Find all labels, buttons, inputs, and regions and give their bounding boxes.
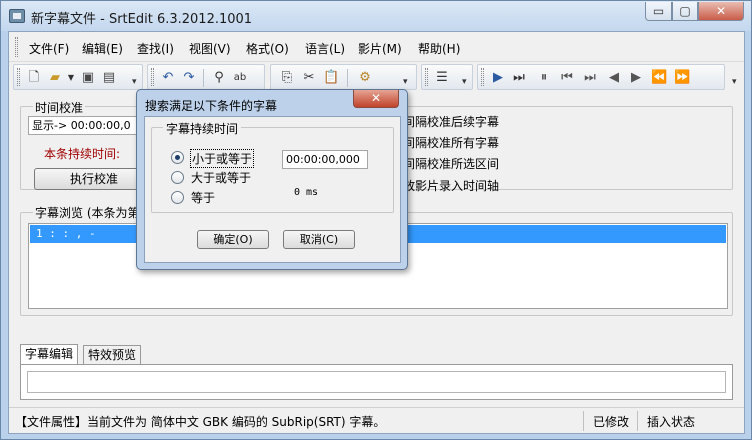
toolbar: 🗋 ▰ ▼ ▣ ▤ ▾ ↶ ↷ ⚲ ab ⎘ ✂ 📋 ⚙ ▾ ☰ ▾ ▶ ⏭ ⏸… (9, 63, 744, 91)
maximize-button[interactable]: ▢ (672, 2, 698, 21)
dialog-body: 字幕持续时间 小于或等于 大于或等于 等于 00:00:00,000 0 ms … (144, 116, 401, 263)
toolbar-separator (347, 69, 348, 87)
menu-grip[interactable] (15, 37, 18, 57)
menu-view[interactable]: 视图(V) (189, 40, 231, 57)
capture-icon[interactable]: ⏭ (511, 70, 527, 86)
toolbar-clipboard-group: ⎘ ✂ 📋 ⚙ ▾ (270, 64, 417, 90)
save-as-icon[interactable]: ▤ (101, 70, 117, 86)
option-calibrate-all[interactable]: 间隔校准所有字幕 (403, 134, 499, 151)
duration-time-input[interactable]: 00:00:00,000 (282, 150, 368, 169)
prev-icon[interactable]: ⏮ (559, 70, 575, 86)
rewind-icon[interactable]: ⏪ (651, 70, 667, 86)
edit-panel (20, 364, 733, 400)
open-icon[interactable]: ▰ (47, 70, 63, 86)
copy-icon[interactable]: ⎘ (279, 70, 295, 86)
option-calibrate-following[interactable]: 间隔校准后续字幕 (403, 113, 499, 130)
status-file-info: 【文件属性】当前文件为 简体中文 GBK 编码的 SubRip(SRT) 字幕。 (15, 415, 386, 429)
display-value: 00:00:00,0 (70, 119, 131, 132)
minimize-button[interactable]: ▭ (645, 2, 672, 21)
radio-greater-equal[interactable] (171, 171, 184, 184)
toolbar-overflow-icon[interactable]: ▾ (132, 77, 137, 87)
toolbar-grip[interactable] (17, 68, 20, 86)
menu-bar: 文件(F) 编辑(E) 查找(I) 视图(V) 格式(O) 语言(L) 影片(M… (9, 32, 744, 62)
radio-equal-label[interactable]: 等于 (191, 189, 215, 206)
window-title: 新字幕文件 - SrtEdit 6.3.2012.1001 (31, 12, 253, 27)
toolbar-edit-group: ↶ ↷ ⚲ ab (147, 64, 265, 90)
radio-less-equal[interactable] (171, 151, 184, 164)
toolbar-media-group: ▶ ⏭ ⏸ ⏮ ⏭ ◀ ▶ ⏪ ⏩ (477, 64, 725, 90)
tab-effect-preview[interactable]: 特效预览 (83, 345, 142, 365)
menu-file[interactable]: 文件(F) (29, 40, 69, 57)
duration-ms-label: 0 ms (294, 187, 319, 198)
ok-button[interactable]: 确定(O) (197, 230, 269, 249)
play-icon[interactable]: ▶ (490, 70, 506, 86)
toolbar-grip[interactable] (151, 68, 154, 86)
back-icon[interactable]: ◀ (606, 70, 622, 86)
app-icon (9, 9, 25, 23)
title-bar[interactable]: 新字幕文件 - SrtEdit 6.3.2012.1001 ▭ ▢ ✕ (1, 1, 751, 31)
find-icon[interactable]: ⚲ (211, 70, 227, 86)
display-label: 显示-> (32, 119, 68, 132)
toolbar-list-group: ☰ ▾ (421, 64, 473, 90)
menu-edit[interactable]: 编辑(E) (82, 40, 123, 57)
save-icon[interactable]: ▣ (80, 70, 96, 86)
menu-movie[interactable]: 影片(M) (358, 40, 402, 57)
cut-icon[interactable]: ✂ (301, 70, 317, 86)
option-record-timeline[interactable]: 放影片录入时间轴 (403, 177, 499, 194)
menu-help[interactable]: 帮助(H) (418, 40, 460, 57)
tab-subtitle-edit[interactable]: 字幕编辑 (20, 344, 79, 365)
menu-language[interactable]: 语言(L) (305, 40, 345, 57)
pause-icon[interactable]: ⏸ (536, 70, 552, 86)
subtitle-edit-input[interactable] (27, 371, 726, 393)
duration-label: 本条持续时间: (44, 147, 121, 161)
browse-group-title: 字幕浏览 (本条为第 (33, 204, 142, 221)
main-window: 新字幕文件 - SrtEdit 6.3.2012.1001 ▭ ▢ ✕ 文件(F… (0, 0, 752, 440)
new-icon[interactable]: 🗋 (26, 70, 42, 86)
toolbar-grip[interactable] (481, 68, 484, 86)
toolbar-separator (203, 69, 204, 87)
toolbar-overflow-icon[interactable]: ▾ (732, 77, 737, 87)
toolbar-overflow-icon[interactable]: ▾ (403, 77, 408, 87)
fast-forward-icon[interactable]: ⏩ (674, 70, 690, 86)
duration-group-title: 字幕持续时间 (163, 120, 242, 137)
duration-group (151, 127, 394, 213)
display-field[interactable]: 显示-> 00:00:00,0 (28, 116, 140, 135)
timing-group-title: 时间校准 (33, 99, 86, 116)
status-divider (583, 411, 584, 431)
redo-icon[interactable]: ↷ (181, 70, 197, 86)
open-dropdown-icon[interactable]: ▼ (63, 70, 79, 86)
option-calibrate-selected[interactable]: 间隔校准所选区间 (403, 155, 499, 172)
dialog-title: 搜索满足以下条件的字幕 (145, 99, 278, 113)
radio-greater-equal-label[interactable]: 大于或等于 (191, 169, 251, 186)
status-modified: 已修改 (593, 415, 630, 429)
paste-icon[interactable]: 📋 (323, 70, 339, 86)
status-bar: 【文件属性】当前文件为 简体中文 GBK 编码的 SubRip(SRT) 字幕。… (9, 407, 744, 434)
cancel-button[interactable]: 取消(C) (283, 230, 355, 249)
dialog-close-button[interactable]: ✕ (353, 90, 399, 108)
search-dialog: 搜索满足以下条件的字幕 ✕ 字幕持续时间 小于或等于 大于或等于 等于 00:0… (136, 89, 408, 270)
undo-icon[interactable]: ↶ (160, 70, 176, 86)
menu-find[interactable]: 查找(I) (137, 40, 174, 57)
radio-less-equal-label[interactable]: 小于或等于 (190, 149, 255, 168)
toolbar-file-group: 🗋 ▰ ▼ ▣ ▤ ▾ (13, 64, 143, 90)
replace-icon[interactable]: ab (232, 70, 248, 86)
status-mode: 插入状态 (647, 415, 696, 429)
toolbar-grip[interactable] (425, 68, 428, 86)
next-icon[interactable]: ⏭ (582, 70, 598, 86)
list-icon[interactable]: ☰ (434, 70, 450, 86)
forward-icon[interactable]: ▶ (628, 70, 644, 86)
radio-equal[interactable] (171, 191, 184, 204)
properties-icon[interactable]: ⚙ (357, 70, 373, 86)
status-divider (637, 411, 638, 431)
toolbar-overflow-icon[interactable]: ▾ (462, 77, 467, 87)
close-button[interactable]: ✕ (698, 2, 744, 21)
menu-format[interactable]: 格式(O) (246, 40, 289, 57)
